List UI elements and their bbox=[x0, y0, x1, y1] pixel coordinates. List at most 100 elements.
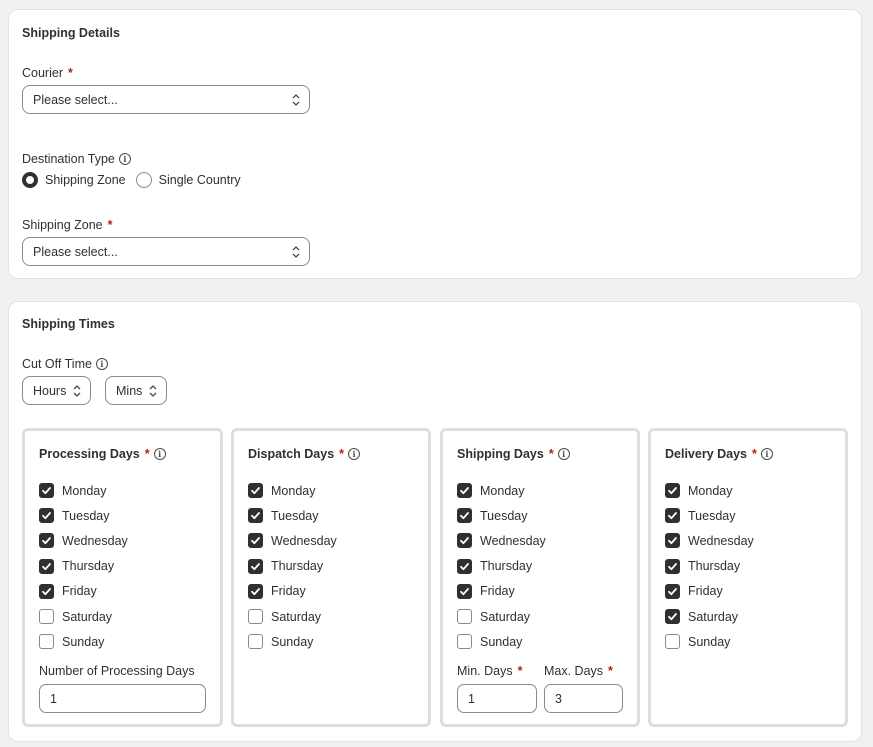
checkbox[interactable] bbox=[665, 609, 680, 625]
check-icon bbox=[668, 487, 677, 495]
checkbox[interactable] bbox=[248, 634, 263, 650]
day-checkbox-saturday[interactable]: Saturday bbox=[248, 604, 337, 629]
day-checkbox-wednesday[interactable]: Wednesday bbox=[665, 528, 754, 553]
number-of-processing-days-label: Number of Processing Days bbox=[39, 664, 195, 678]
day-label: Monday bbox=[271, 483, 316, 498]
day-checkbox-friday[interactable]: Friday bbox=[665, 579, 754, 604]
destination-type-radio-group: Shipping Zone Single Country bbox=[22, 172, 251, 188]
day-checkbox-wednesday[interactable]: Wednesday bbox=[39, 528, 128, 553]
info-icon[interactable]: i bbox=[557, 448, 570, 460]
checkbox[interactable] bbox=[457, 609, 472, 625]
day-checkbox-saturday[interactable]: Saturday bbox=[457, 604, 546, 629]
checkbox[interactable] bbox=[457, 508, 472, 524]
shipping-zone-select[interactable]: Please select... bbox=[22, 237, 310, 266]
checkbox[interactable] bbox=[39, 508, 54, 524]
day-checkbox-sunday[interactable]: Sunday bbox=[39, 629, 128, 654]
radio-button-selected[interactable] bbox=[22, 172, 38, 188]
day-checkbox-thursday[interactable]: Thursday bbox=[39, 554, 128, 579]
day-checkbox-thursday[interactable]: Thursday bbox=[665, 554, 754, 579]
checkbox[interactable] bbox=[665, 483, 680, 499]
required-mark: * bbox=[339, 447, 345, 461]
day-label: Thursday bbox=[688, 559, 741, 574]
day-checkbox-tuesday[interactable]: Tuesday bbox=[248, 503, 337, 528]
checkbox[interactable] bbox=[665, 634, 680, 650]
shipping-zone-label-text: Shipping Zone bbox=[22, 218, 103, 232]
checkbox[interactable] bbox=[39, 558, 54, 574]
radio-shipping-zone[interactable]: Shipping Zone bbox=[22, 172, 126, 188]
min-days-input[interactable] bbox=[457, 684, 537, 713]
checkbox[interactable] bbox=[665, 508, 680, 524]
number-of-processing-days-input[interactable] bbox=[39, 684, 206, 713]
info-icon[interactable]: i bbox=[348, 448, 361, 460]
dispatch-days-box: Dispatch Days * i Monday Tuesday Wednesday… bbox=[231, 428, 431, 727]
checkbox[interactable] bbox=[457, 483, 472, 499]
info-icon[interactable]: i bbox=[118, 153, 131, 165]
cut-off-mins-select[interactable]: Mins bbox=[105, 376, 167, 405]
day-checkbox-sunday[interactable]: Sunday bbox=[457, 629, 546, 654]
min-days-label-text: Min. Days bbox=[457, 664, 513, 678]
checkbox[interactable] bbox=[248, 609, 263, 625]
day-checkbox-wednesday[interactable]: Wednesday bbox=[457, 528, 546, 553]
day-checkbox-monday[interactable]: Monday bbox=[665, 478, 754, 503]
courier-select[interactable]: Please select... bbox=[22, 85, 310, 114]
check-icon bbox=[668, 537, 677, 545]
chevron-up-down-icon bbox=[73, 384, 81, 397]
shipping-days-title: Shipping Days * i bbox=[457, 447, 570, 461]
max-days-label-text: Max. Days bbox=[544, 664, 604, 678]
day-label: Thursday bbox=[62, 559, 115, 574]
info-icon[interactable]: i bbox=[760, 448, 773, 460]
checkbox[interactable] bbox=[248, 508, 263, 524]
delivery-days-list: Monday Tuesday Wednesday Thursday Friday Satu… bbox=[665, 478, 754, 654]
checkbox[interactable] bbox=[665, 533, 680, 549]
check-icon bbox=[460, 537, 469, 545]
required-mark: * bbox=[144, 447, 150, 461]
check-icon bbox=[460, 562, 469, 570]
checkbox[interactable] bbox=[457, 634, 472, 650]
shipping-days-list: Monday Tuesday Wednesday Thursday Friday Satu… bbox=[457, 478, 546, 654]
check-icon bbox=[668, 562, 677, 570]
day-checkbox-saturday[interactable]: Saturday bbox=[39, 604, 128, 629]
cut-off-hours-select[interactable]: Hours bbox=[22, 376, 91, 405]
required-mark: * bbox=[752, 447, 757, 461]
day-checkbox-monday[interactable]: Monday bbox=[248, 478, 337, 503]
radio-button[interactable] bbox=[135, 172, 152, 188]
day-label: Saturday bbox=[271, 609, 322, 624]
checkbox[interactable] bbox=[248, 483, 263, 499]
day-checkbox-wednesday[interactable]: Wednesday bbox=[248, 528, 337, 553]
info-icon[interactable]: i bbox=[153, 448, 166, 460]
check-icon bbox=[42, 537, 51, 545]
checkbox[interactable] bbox=[39, 634, 54, 650]
group-title-text: Delivery Days bbox=[665, 447, 748, 461]
shipping-details-title: Shipping Details bbox=[22, 26, 120, 40]
checkbox[interactable] bbox=[457, 583, 472, 599]
checkbox[interactable] bbox=[248, 533, 263, 549]
checkbox[interactable] bbox=[248, 583, 263, 599]
day-checkbox-tuesday[interactable]: Tuesday bbox=[665, 503, 754, 528]
day-checkbox-tuesday[interactable]: Tuesday bbox=[457, 503, 546, 528]
day-checkbox-tuesday[interactable]: Tuesday bbox=[39, 503, 128, 528]
day-checkbox-monday[interactable]: Monday bbox=[39, 478, 128, 503]
checkbox[interactable] bbox=[665, 583, 680, 599]
day-checkbox-sunday[interactable]: Sunday bbox=[248, 629, 337, 654]
day-checkbox-saturday[interactable]: Saturday bbox=[665, 604, 754, 629]
day-checkbox-thursday[interactable]: Thursday bbox=[248, 554, 337, 579]
shipping-times-card: Shipping Times Cut Off Time i Hours Mins… bbox=[8, 301, 862, 742]
checkbox[interactable] bbox=[39, 609, 54, 625]
radio-single-country[interactable]: Single Country bbox=[135, 172, 241, 188]
checkbox[interactable] bbox=[248, 558, 263, 574]
checkbox[interactable] bbox=[39, 483, 54, 499]
checkbox[interactable] bbox=[39, 583, 54, 599]
day-checkbox-monday[interactable]: Monday bbox=[457, 478, 546, 503]
checkbox[interactable] bbox=[665, 558, 680, 574]
checkbox[interactable] bbox=[39, 533, 54, 549]
day-checkbox-friday[interactable]: Friday bbox=[39, 579, 128, 604]
checkbox[interactable] bbox=[457, 558, 472, 574]
info-icon[interactable]: i bbox=[95, 358, 108, 370]
day-checkbox-friday[interactable]: Friday bbox=[248, 579, 337, 604]
max-days-input[interactable] bbox=[544, 684, 623, 713]
checkbox[interactable] bbox=[457, 533, 472, 549]
delivery-days-title: Delivery Days * i bbox=[665, 447, 773, 461]
day-checkbox-friday[interactable]: Friday bbox=[457, 579, 546, 604]
day-checkbox-thursday[interactable]: Thursday bbox=[457, 554, 546, 579]
day-checkbox-sunday[interactable]: Sunday bbox=[665, 629, 754, 654]
